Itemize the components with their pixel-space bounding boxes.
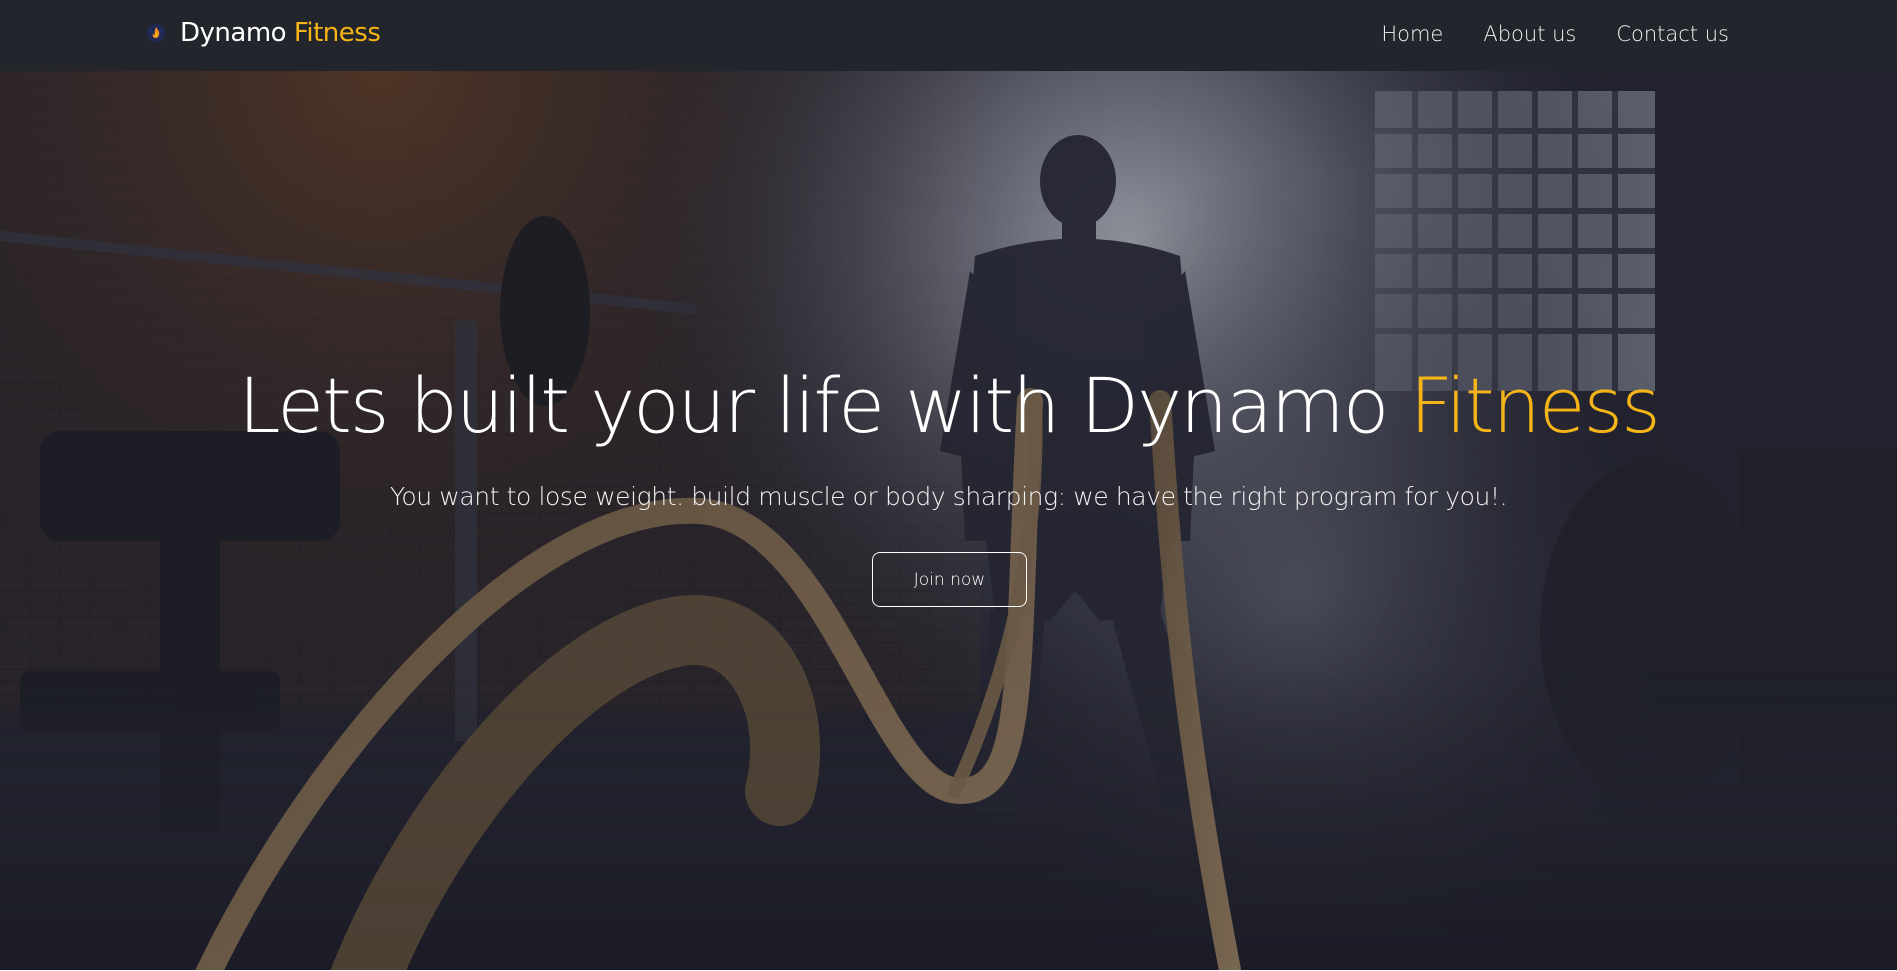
brand-name-accent: Fitness xyxy=(293,18,381,48)
hero-title-main: Lets built your life with Dynamo xyxy=(238,361,1410,450)
nav-menu: Home About us Contact us xyxy=(1381,22,1729,46)
hero-section: Lets built your life with Dynamo Fitness… xyxy=(0,71,1897,970)
brand-name: Dynamo Fitness xyxy=(180,18,381,48)
hero-title-accent: Fitness xyxy=(1409,361,1660,450)
brand-name-main: Dynamo xyxy=(180,18,287,48)
brand-link[interactable]: Dynamo Fitness xyxy=(146,18,381,48)
hero-title: Lets built your life with Dynamo Fitness xyxy=(0,361,1897,450)
join-now-button[interactable]: Join now xyxy=(872,552,1027,607)
hero-subtitle: You want to lose weight. build muscle or… xyxy=(389,482,1508,511)
nav-link-about-us[interactable]: About us xyxy=(1483,22,1576,46)
top-navbar: Dynamo Fitness Home About us Contact us xyxy=(0,0,1897,71)
flame-logo-icon xyxy=(147,24,165,42)
nav-link-contact-us[interactable]: Contact us xyxy=(1616,22,1729,46)
hero-content: Lets built your life with Dynamo Fitness… xyxy=(0,71,1897,970)
nav-link-home[interactable]: Home xyxy=(1381,22,1443,46)
